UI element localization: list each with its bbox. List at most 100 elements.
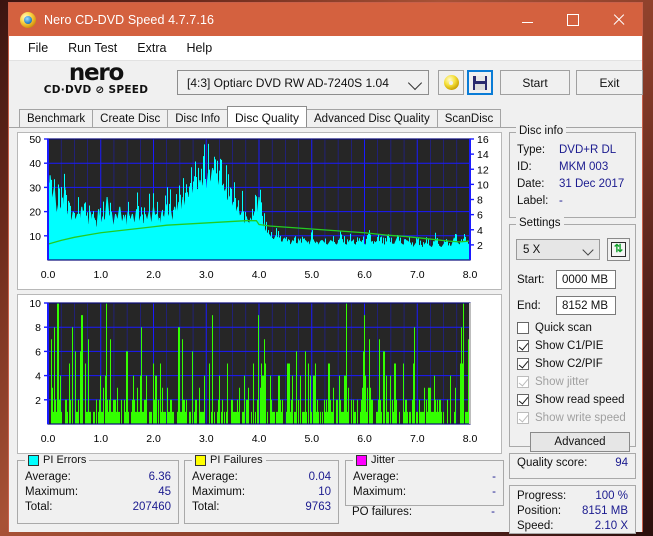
menu-bar: File Run Test Extra Help bbox=[9, 36, 642, 60]
save-icon bbox=[473, 75, 487, 90]
disc-id-key: ID: bbox=[517, 161, 532, 173]
checkbox-show-c2-pif[interactable]: Show C2/PIF bbox=[517, 358, 603, 370]
jitter-maximum-row: Maximum: - bbox=[346, 485, 503, 500]
refresh-button[interactable]: ⇅ bbox=[607, 238, 630, 261]
svg-text:8.0: 8.0 bbox=[463, 269, 478, 281]
progress-value: 100 % bbox=[595, 490, 628, 502]
maximize-button[interactable] bbox=[550, 3, 596, 36]
svg-text:2.0: 2.0 bbox=[146, 433, 161, 445]
disc-type-row: Type: DVD+R DL bbox=[510, 142, 635, 159]
svg-text:2: 2 bbox=[35, 395, 41, 407]
jitter-maximum-key: Maximum: bbox=[353, 486, 407, 498]
svg-text:6.0: 6.0 bbox=[357, 433, 372, 445]
disc-info-button[interactable] bbox=[438, 70, 464, 95]
nero-disc-icon bbox=[20, 11, 36, 28]
pi-failures-total-key: Total: bbox=[192, 501, 220, 513]
pi-failures-average-row: Average: 0.04 bbox=[185, 470, 338, 485]
svg-text:4: 4 bbox=[477, 225, 483, 237]
checkbox-show-jitter: Show jitter bbox=[517, 376, 589, 388]
pi-errors-stats: PI Errors Average: 6.36 Maximum: 45 Total:… bbox=[17, 454, 179, 524]
tab-create-disc[interactable]: Create Disc bbox=[92, 109, 169, 127]
logo-line1: nero bbox=[68, 60, 125, 86]
end-row: End: 8152 MB bbox=[510, 296, 635, 315]
pi-errors-plot: 10 20 30 40 50 2 4 6 8 10 12 14 16 0.0 1.0 2.0 3.0 4.0 5.0… bbox=[18, 133, 501, 289]
chevron-down-icon bbox=[582, 244, 594, 256]
disc-date-row: Date: 31 Dec 2017 bbox=[510, 176, 635, 193]
end-label: End: bbox=[517, 299, 541, 312]
pi-errors-total-key: Total: bbox=[25, 501, 53, 513]
logo-line2: CD·DVD ⊘ SPEED bbox=[43, 84, 149, 96]
checkbox-label: Quick scan bbox=[535, 322, 592, 334]
svg-text:2.0: 2.0 bbox=[146, 269, 161, 281]
pi-failures-plot: 2 4 6 8 10 0.0 1.0 2.0 3.0 4.0 5.0 6.0 7.0 8.0 bbox=[18, 295, 501, 453]
svg-text:8: 8 bbox=[35, 322, 41, 334]
speed-select-value: 5 X bbox=[523, 243, 541, 256]
pi-errors-legend: PI Errors bbox=[25, 454, 90, 466]
jitter-maximum-value: - bbox=[492, 486, 496, 498]
close-button[interactable] bbox=[596, 3, 642, 36]
toolbar: nero CD·DVD ⊘ SPEED [4:3] Optiarc DVD RW… bbox=[9, 60, 643, 106]
settings-group: Settings 5 X ⇅ Start: 0000 MB End: 8152 … bbox=[509, 217, 636, 452]
svg-text:10: 10 bbox=[477, 179, 489, 191]
window-title: Nero CD-DVD Speed 4.7.7.16 bbox=[44, 12, 215, 27]
checkbox-show-c1-pie[interactable]: Show C1/PIE bbox=[517, 340, 603, 352]
save-button[interactable] bbox=[467, 70, 493, 95]
svg-text:4.0: 4.0 bbox=[252, 433, 267, 445]
tab-bar: Benchmark Create Disc Disc Info Disc Qua… bbox=[9, 106, 642, 127]
exit-button[interactable]: Exit bbox=[576, 70, 643, 95]
tab-benchmark[interactable]: Benchmark bbox=[19, 109, 94, 127]
svg-text:5.0: 5.0 bbox=[304, 269, 319, 281]
pi-failures-maximum-row: Maximum: 10 bbox=[185, 485, 338, 500]
advanced-button[interactable]: Advanced bbox=[530, 432, 630, 452]
menu-item-file[interactable]: File bbox=[18, 39, 58, 57]
speed-row: Speed: 2.10 X bbox=[510, 519, 635, 534]
disc-icon bbox=[443, 75, 459, 90]
menu-item-run-test[interactable]: Run Test bbox=[58, 39, 127, 57]
drive-select-value: [4:3] Optiarc DVD RW AD-7240S 1.04 bbox=[187, 75, 389, 90]
svg-text:6.0: 6.0 bbox=[357, 269, 372, 281]
end-input[interactable]: 8152 MB bbox=[556, 296, 616, 315]
svg-text:8: 8 bbox=[477, 195, 483, 207]
checkbox-label: Show write speed bbox=[535, 412, 626, 424]
quality-score-row: Quality score: 94 bbox=[510, 454, 635, 469]
svg-text:10: 10 bbox=[29, 231, 41, 243]
svg-text:8.0: 8.0 bbox=[463, 433, 478, 445]
start-button[interactable]: Start bbox=[500, 70, 570, 95]
tab-disc-quality[interactable]: Disc Quality bbox=[227, 106, 308, 127]
checkbox-show-read-speed[interactable]: Show read speed bbox=[517, 394, 625, 406]
disc-label-row: Label: - bbox=[510, 193, 635, 210]
svg-text:7.0: 7.0 bbox=[410, 269, 425, 281]
menu-item-extra[interactable]: Extra bbox=[127, 39, 176, 57]
minimize-button[interactable] bbox=[504, 3, 550, 36]
svg-text:6: 6 bbox=[477, 210, 483, 222]
jitter-legend-label: Jitter bbox=[371, 454, 395, 466]
svg-text:5.0: 5.0 bbox=[304, 433, 319, 445]
pi-failures-total-row: Total: 9763 bbox=[185, 500, 338, 515]
disc-info-legend: Disc info bbox=[516, 125, 567, 137]
checkbox-box bbox=[517, 322, 529, 334]
tab-advanced-disc-quality[interactable]: Advanced Disc Quality bbox=[306, 109, 438, 127]
speed-select[interactable]: 5 X bbox=[516, 239, 600, 260]
tab-scandisc[interactable]: ScanDisc bbox=[436, 109, 502, 127]
pi-errors-total-value: 207460 bbox=[132, 501, 171, 513]
pi-errors-maximum-value: 45 bbox=[158, 486, 171, 498]
menu-item-help[interactable]: Help bbox=[176, 39, 222, 57]
pi-failures-legend: PI Failures bbox=[192, 454, 266, 466]
checkbox-box bbox=[517, 394, 529, 406]
start-input[interactable]: 0000 MB bbox=[556, 270, 616, 289]
pi-errors-average-value: 6.36 bbox=[148, 471, 171, 483]
svg-text:7.0: 7.0 bbox=[410, 433, 425, 445]
drive-select[interactable]: [4:3] Optiarc DVD RW AD-7240S 1.04 bbox=[177, 70, 429, 95]
pi-failures-legend-label: PI Failures bbox=[210, 454, 263, 466]
svg-text:0.0: 0.0 bbox=[41, 269, 56, 281]
nero-logo: nero CD·DVD ⊘ SPEED bbox=[31, 60, 161, 97]
tab-disc-info[interactable]: Disc Info bbox=[167, 109, 228, 127]
checkbox-quick-scan[interactable]: Quick scan bbox=[517, 322, 592, 334]
quality-score-group: Quality score: 94 bbox=[509, 453, 636, 479]
po-failures-row: PO failures: - bbox=[345, 506, 502, 518]
checkbox-label: Show C1/PIE bbox=[535, 340, 604, 352]
svg-text:4: 4 bbox=[35, 371, 41, 383]
maximize-icon bbox=[567, 13, 579, 26]
pi-errors-legend-label: PI Errors bbox=[43, 454, 87, 466]
svg-text:4.0: 4.0 bbox=[252, 269, 267, 281]
